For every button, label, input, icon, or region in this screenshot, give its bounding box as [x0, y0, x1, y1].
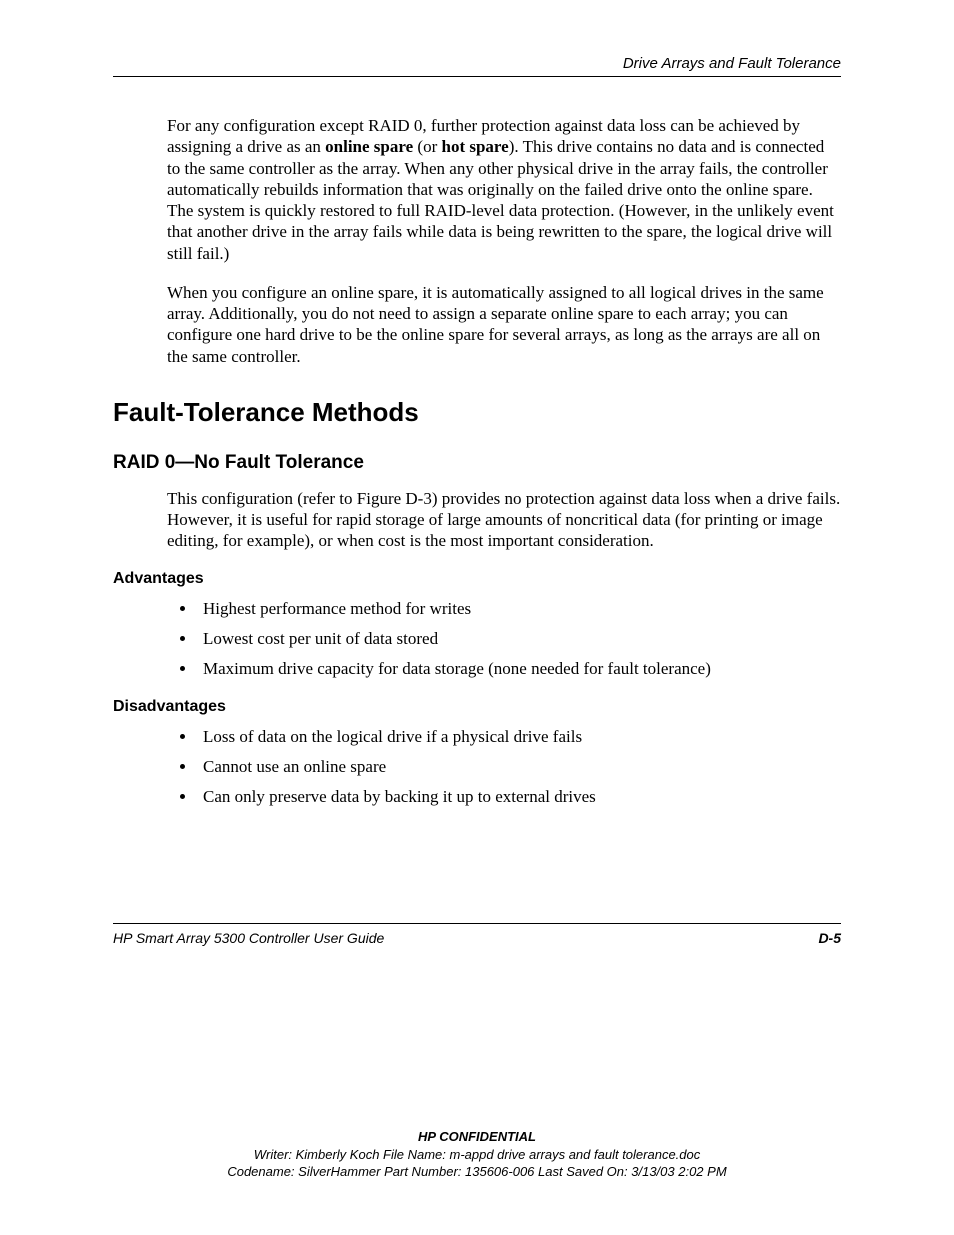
confidential-label: HP CONFIDENTIAL — [0, 1128, 954, 1146]
paragraph-online-spare: For any configuration except RAID 0, fur… — [167, 115, 841, 264]
heading-advantages: Advantages — [113, 570, 841, 588]
list-item: Lowest cost per unit of data stored — [197, 628, 841, 650]
heading-disadvantages: Disadvantages — [113, 698, 841, 716]
list-item: Can only preserve data by backing it up … — [197, 786, 841, 808]
footer-guide-title: HP Smart Array 5300 Controller User Guid… — [113, 930, 384, 946]
running-title: Drive Arrays and Fault Tolerance — [623, 55, 841, 72]
raid0-intro: This configuration (refer to Figure D-3)… — [167, 488, 841, 552]
list-item: Maximum drive capacity for data storage … — [197, 658, 841, 680]
page-content: Drive Arrays and Fault Tolerance For any… — [0, 0, 954, 808]
advantages-list: Highest performance method for writes Lo… — [197, 598, 841, 680]
page-footer: HP Smart Array 5300 Controller User Guid… — [113, 923, 841, 946]
disadvantages-list: Loss of data on the logical drive if a p… — [197, 726, 841, 808]
writer-line: Writer: Kimberly Koch File Name: m-appd … — [0, 1146, 954, 1164]
heading-fault-tolerance-methods: Fault-Tolerance Methods — [113, 397, 841, 428]
heading-raid0: RAID 0—No Fault Tolerance — [113, 452, 841, 474]
list-item: Cannot use an online spare — [197, 756, 841, 778]
list-item: Loss of data on the logical drive if a p… — [197, 726, 841, 748]
intro-paragraphs: For any configuration except RAID 0, fur… — [167, 115, 841, 367]
list-item: Highest performance method for writes — [197, 598, 841, 620]
running-header: Drive Arrays and Fault Tolerance — [113, 55, 841, 77]
footer-page-number: D-5 — [818, 930, 841, 946]
paragraph-online-spare-config: When you configure an online spare, it i… — [167, 282, 841, 367]
confidential-footer: HP CONFIDENTIAL Writer: Kimberly Koch Fi… — [0, 1128, 954, 1181]
codename-line: Codename: SilverHammer Part Number: 1356… — [0, 1163, 954, 1181]
